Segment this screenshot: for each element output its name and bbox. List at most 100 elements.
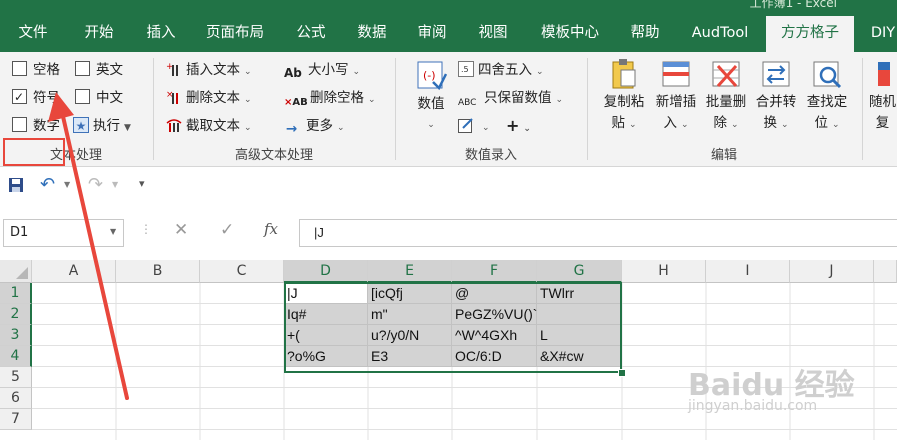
batch-delete-button[interactable]: 批量删 除 ⌄ — [702, 58, 750, 136]
drag-handle-icon[interactable]: ⋮ — [140, 222, 152, 236]
row-header-7[interactable]: 7 — [0, 409, 32, 430]
column-header-g[interactable]: G — [537, 260, 622, 283]
random-button[interactable]: 随机 复 — [868, 58, 897, 134]
option-chinese-label: 中文 — [96, 90, 123, 106]
chevron-down-icon: ⌄ — [831, 120, 840, 130]
tab-view[interactable]: 视图 — [462, 16, 524, 52]
formula-input[interactable]: |J — [299, 219, 897, 247]
chevron-down-icon[interactable]: ▼ — [112, 180, 118, 189]
select-all-corner[interactable] — [0, 260, 32, 283]
tab-data[interactable]: 数据 — [342, 16, 402, 52]
chevron-down-icon: ⌄ — [555, 95, 564, 105]
tab-formulas[interactable]: 公式 — [280, 16, 342, 52]
save-icon[interactable] — [8, 177, 24, 197]
customize-qat-button[interactable]: ▾ — [139, 177, 145, 190]
checkbox-number[interactable] — [12, 117, 27, 132]
insert-text-button[interactable]: + 插入文本 ⌄ — [166, 59, 252, 81]
merge-convert-icon — [760, 58, 792, 90]
tab-insert[interactable]: 插入 — [132, 16, 190, 52]
chevron-down-icon[interactable]: ▼ — [110, 227, 116, 236]
tab-file[interactable]: 文件 — [0, 16, 66, 52]
option-english[interactable]: 英文 — [75, 59, 123, 81]
tab-home[interactable]: 开始 — [66, 16, 132, 52]
star-icon: ★ — [73, 117, 89, 133]
row-header-6[interactable]: 6 — [0, 388, 32, 409]
column-header-e[interactable]: E — [368, 260, 452, 283]
column-header-k[interactable] — [874, 260, 897, 283]
delete-space-button[interactable]: ×AB 删除空格 ⌄ — [284, 87, 376, 109]
insert-function-button[interactable]: fx — [264, 220, 278, 238]
column-header-j[interactable]: J — [790, 260, 874, 283]
delete-text-icon: × — [166, 89, 182, 105]
undo-icon[interactable]: ↶ — [40, 174, 55, 195]
option-chinese[interactable]: 中文 — [75, 87, 123, 109]
column-header-f[interactable]: F — [452, 260, 537, 283]
extract-text-button[interactable]: 截取文本 ⌄ — [166, 115, 252, 137]
column-header-i[interactable]: I — [706, 260, 790, 283]
enter-icon[interactable]: ✓ — [220, 220, 234, 240]
svg-text:★: ★ — [76, 119, 87, 133]
group-label-edit: 编辑 — [710, 148, 737, 163]
insert-text-icon: + — [166, 61, 182, 77]
copy-paste-label-2: 贴 ⌄ — [598, 113, 650, 136]
copy-paste-label-line2: 贴 — [611, 115, 625, 131]
random-label: 随机 — [869, 94, 896, 110]
value-icon: (-) — [415, 60, 448, 92]
chevron-down-icon: ⌄ — [536, 67, 544, 77]
column-header-h[interactable]: H — [622, 260, 706, 283]
add-insert-label: 新增插 — [655, 94, 697, 110]
tab-fangfang-gezi[interactable]: 方方格子 — [766, 16, 854, 52]
execute-button[interactable]: ★ 执行 ▼ — [73, 115, 131, 137]
option-symbol[interactable]: 符号 — [12, 86, 60, 109]
row-header-1[interactable]: 1 — [0, 283, 32, 304]
chevron-down-icon: ⌄ — [680, 120, 689, 130]
value-button[interactable]: (-) 数值 ⌄ — [408, 60, 454, 136]
cancel-icon[interactable]: ✕ — [174, 220, 188, 240]
tab-page-layout[interactable]: 页面布局 — [190, 16, 280, 52]
redo-icon[interactable]: ↷ — [88, 174, 103, 195]
delete-text-button[interactable]: × 删除文本 ⌄ — [166, 87, 252, 109]
chevron-down-icon: ⌄ — [337, 123, 345, 133]
row-header-2[interactable]: 2 — [0, 304, 32, 325]
chevron-down-icon[interactable]: ▼ — [64, 180, 70, 189]
tab-review[interactable]: 审阅 — [402, 16, 462, 52]
name-box[interactable]: D1 ▼ — [3, 219, 124, 247]
option-number[interactable]: 数字 — [12, 115, 60, 137]
plus-icon: + — [506, 116, 520, 135]
merge-convert-button[interactable]: 合并转 换 ⌄ — [752, 58, 800, 136]
fill-handle[interactable] — [618, 369, 626, 377]
edit-value-button[interactable]: ⌄ — [458, 115, 490, 137]
column-header-d[interactable]: D — [284, 260, 368, 283]
column-header-b[interactable]: B — [116, 260, 200, 283]
option-space[interactable]: 空格 — [12, 59, 60, 81]
chevron-down-icon: ⌄ — [780, 120, 789, 130]
column-header-c[interactable]: C — [200, 260, 284, 283]
chevron-down-icon: ⌄ — [244, 67, 252, 77]
row-header-5[interactable]: 5 — [0, 367, 32, 388]
checkbox-english[interactable] — [75, 61, 90, 76]
checkbox-symbol[interactable] — [12, 86, 27, 108]
copy-paste-button[interactable]: 复制粘 贴 ⌄ — [598, 58, 650, 136]
column-header-a[interactable]: A — [32, 260, 116, 283]
row-header-3[interactable]: 3 — [0, 325, 32, 346]
random-icon — [868, 58, 897, 90]
ribbon: 空格 英文 符号 中文 数字 ★执行▼ 文本处理 +插入文本⌄ ×删除文本⌄ 截… — [0, 52, 897, 167]
add-insert-button[interactable]: 新增插 入 ⌄ — [652, 58, 700, 136]
chevron-down-icon: ⌄ — [244, 123, 252, 133]
add-insert-label-line2: 入 — [663, 115, 677, 131]
tab-template-center[interactable]: 模板中心 — [524, 16, 616, 52]
tab-audtool[interactable]: AudTool — [674, 16, 766, 52]
round-button[interactable]: .5 四舍五入 ⌄ — [458, 59, 544, 81]
checkbox-chinese[interactable] — [75, 89, 90, 104]
tab-help[interactable]: 帮助 — [616, 16, 674, 52]
more-button[interactable]: → 更多 ⌄ — [286, 115, 345, 137]
case-button[interactable]: Ab 大小写 ⌄ — [284, 59, 360, 81]
keep-value-button[interactable]: ABC 只保留数值 ⌄ — [458, 87, 563, 109]
row-header-4[interactable]: 4 — [0, 346, 32, 367]
tab-diy[interactable]: DIY — [858, 16, 897, 52]
cell-f2[interactable]: PeGZ%VU()` — [452, 304, 537, 325]
checkbox-space[interactable] — [12, 61, 27, 76]
chevron-down-icon: ⌄ — [482, 123, 490, 133]
find-locate-button[interactable]: 查找定 位 ⌄ — [802, 58, 852, 136]
add-button[interactable]: + ⌄ — [506, 115, 531, 137]
